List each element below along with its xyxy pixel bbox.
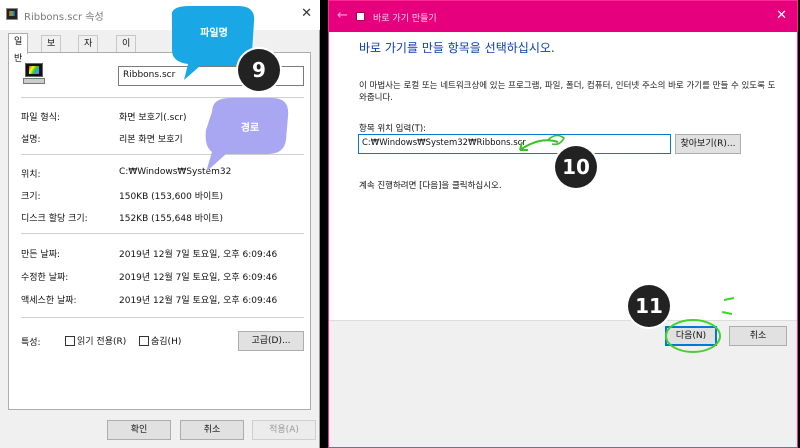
tab-general[interactable]: 일반 bbox=[8, 33, 29, 64]
path-callout-bubble bbox=[205, 98, 289, 172]
pointer-arrow bbox=[519, 139, 559, 151]
annotation-overlay bbox=[171, 6, 735, 353]
step-9-badge: 9 bbox=[238, 49, 280, 91]
path-bubble-text: 경로 bbox=[240, 123, 260, 134]
step-10-badge: 10 bbox=[555, 146, 597, 188]
filename-bubble-text: 파일명 bbox=[200, 28, 228, 39]
highlight-circle bbox=[665, 319, 721, 353]
step-11-badge: 11 bbox=[628, 285, 670, 327]
